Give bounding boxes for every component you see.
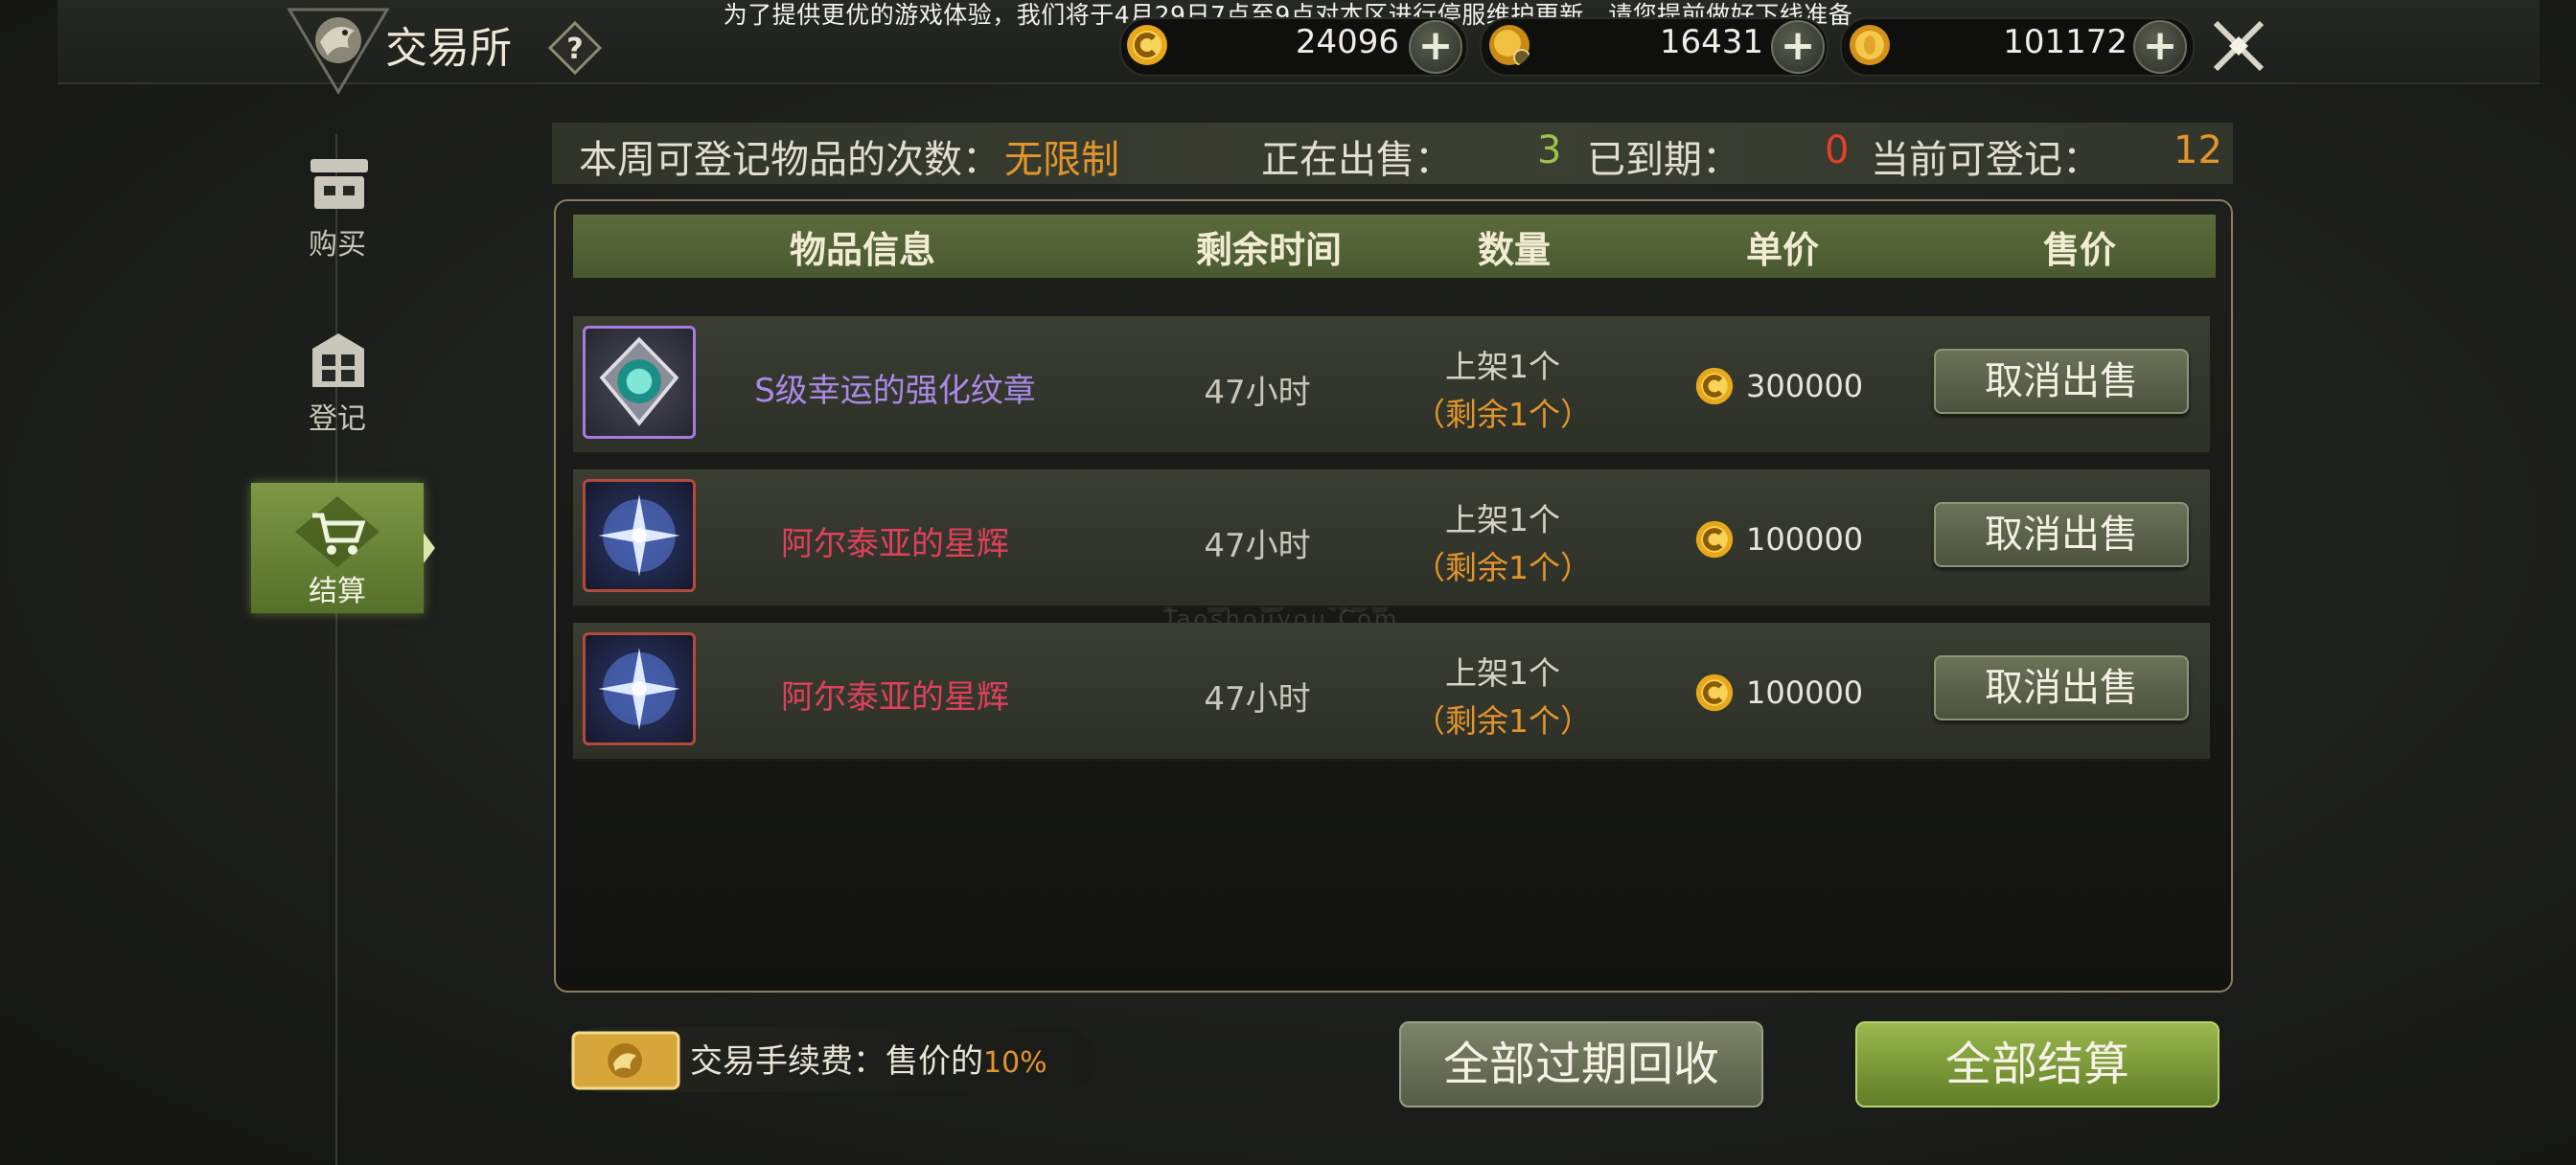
currency-value-bound-gold: 16431 [1659, 23, 1763, 61]
unit-price: 100000 [1746, 674, 1864, 711]
reclaim-all-expired-button[interactable]: 全部过期回收 [1399, 1021, 1763, 1108]
add-bound-gold-button[interactable]: + [1771, 20, 1825, 74]
gold-ticket-icon [571, 1031, 680, 1090]
c-coin-icon [1695, 674, 1734, 712]
c-coin-icon [1127, 25, 1167, 65]
cart-icon [295, 496, 380, 567]
c-coin-icon [1695, 520, 1734, 559]
col-quantity: 数量 [1477, 229, 1551, 271]
register-icon [312, 333, 364, 387]
sidebar-divider [335, 134, 337, 1165]
shop-icon [310, 159, 368, 209]
starlight-icon[interactable] [583, 632, 696, 745]
remaining-quantity: （剩余1个） [1414, 396, 1592, 433]
available-value: 12 [2174, 128, 2222, 172]
selling-label: 正在出售： [1261, 138, 1453, 182]
currency-value-c-coin: 24096 [1295, 23, 1399, 61]
remaining-time: 47小时 [1204, 374, 1311, 412]
fee-label: 交易手续费：售价的 [690, 1042, 983, 1081]
item-name: 阿尔泰亚的星辉 [781, 678, 1009, 717]
col-remaining-time: 剩余时间 [1195, 229, 1342, 271]
close-icon[interactable] [2202, 10, 2275, 82]
unit-price: 100000 [1746, 521, 1864, 558]
sidebar-item-label: 登记 [309, 402, 366, 436]
currency-value-gold: 101172 [2003, 23, 2128, 61]
settle-all-button[interactable]: 全部结算 [1855, 1021, 2220, 1108]
remaining-quantity: （剩余1个） [1414, 549, 1592, 586]
col-sale-price: 售价 [2042, 229, 2116, 271]
svg-text:?: ? [566, 33, 583, 66]
expired-value: 0 [1825, 128, 1850, 172]
col-unit-price: 单价 [1745, 229, 1819, 271]
fee-value: 10% [983, 1046, 1047, 1080]
dragon-logo-icon [287, 8, 390, 95]
expired-label: 已到期： [1587, 138, 1740, 182]
sidebar-item-label: 购买 [309, 228, 366, 262]
page-title: 交易所 [385, 24, 512, 73]
remaining-time: 47小时 [1204, 527, 1311, 565]
remaining-time: 47小时 [1204, 680, 1311, 719]
weekly-limit-value: 无限制 [1004, 138, 1119, 182]
enhance-emblem-icon[interactable] [583, 326, 696, 439]
selling-value: 3 [1537, 128, 1562, 172]
cancel-sale-button[interactable]: 取消出售 [1934, 349, 2189, 414]
fee-text: 交易手续费：售价的10% [690, 1035, 1047, 1082]
col-item-info: 物品信息 [789, 229, 935, 271]
help-icon[interactable]: ? [548, 21, 602, 75]
listed-quantity: 上架1个 [1445, 654, 1560, 692]
bound-gold-coin-icon [1489, 25, 1530, 66]
sidebar-item-settle[interactable]: 结算 [251, 483, 435, 613]
starlight-icon[interactable] [583, 479, 696, 592]
active-indicator [424, 533, 435, 563]
item-name: S级幸运的强化纹章 [754, 372, 1036, 410]
add-c-coin-button[interactable]: + [1409, 20, 1462, 74]
unit-price: 300000 [1746, 368, 1864, 404]
listed-quantity: 上架1个 [1445, 501, 1560, 538]
weekly-limit-label: 本周可登记物品的次数： [579, 138, 1000, 182]
listed-quantity: 上架1个 [1445, 348, 1560, 385]
cancel-sale-button[interactable]: 取消出售 [1934, 655, 2189, 720]
cancel-sale-button[interactable]: 取消出售 [1934, 502, 2189, 567]
sidebar-item-register[interactable]: 登记 [251, 331, 424, 446]
sidebar-item-buy[interactable]: 购买 [251, 153, 424, 268]
add-gold-button[interactable]: + [2133, 20, 2187, 74]
item-name: 阿尔泰亚的星辉 [781, 525, 1009, 563]
c-coin-icon [1695, 367, 1734, 405]
available-label: 当前可登记： [1871, 138, 2101, 182]
remaining-quantity: （剩余1个） [1414, 702, 1592, 740]
sidebar-item-label: 结算 [309, 575, 366, 608]
gold-coin-icon [1850, 25, 1890, 65]
